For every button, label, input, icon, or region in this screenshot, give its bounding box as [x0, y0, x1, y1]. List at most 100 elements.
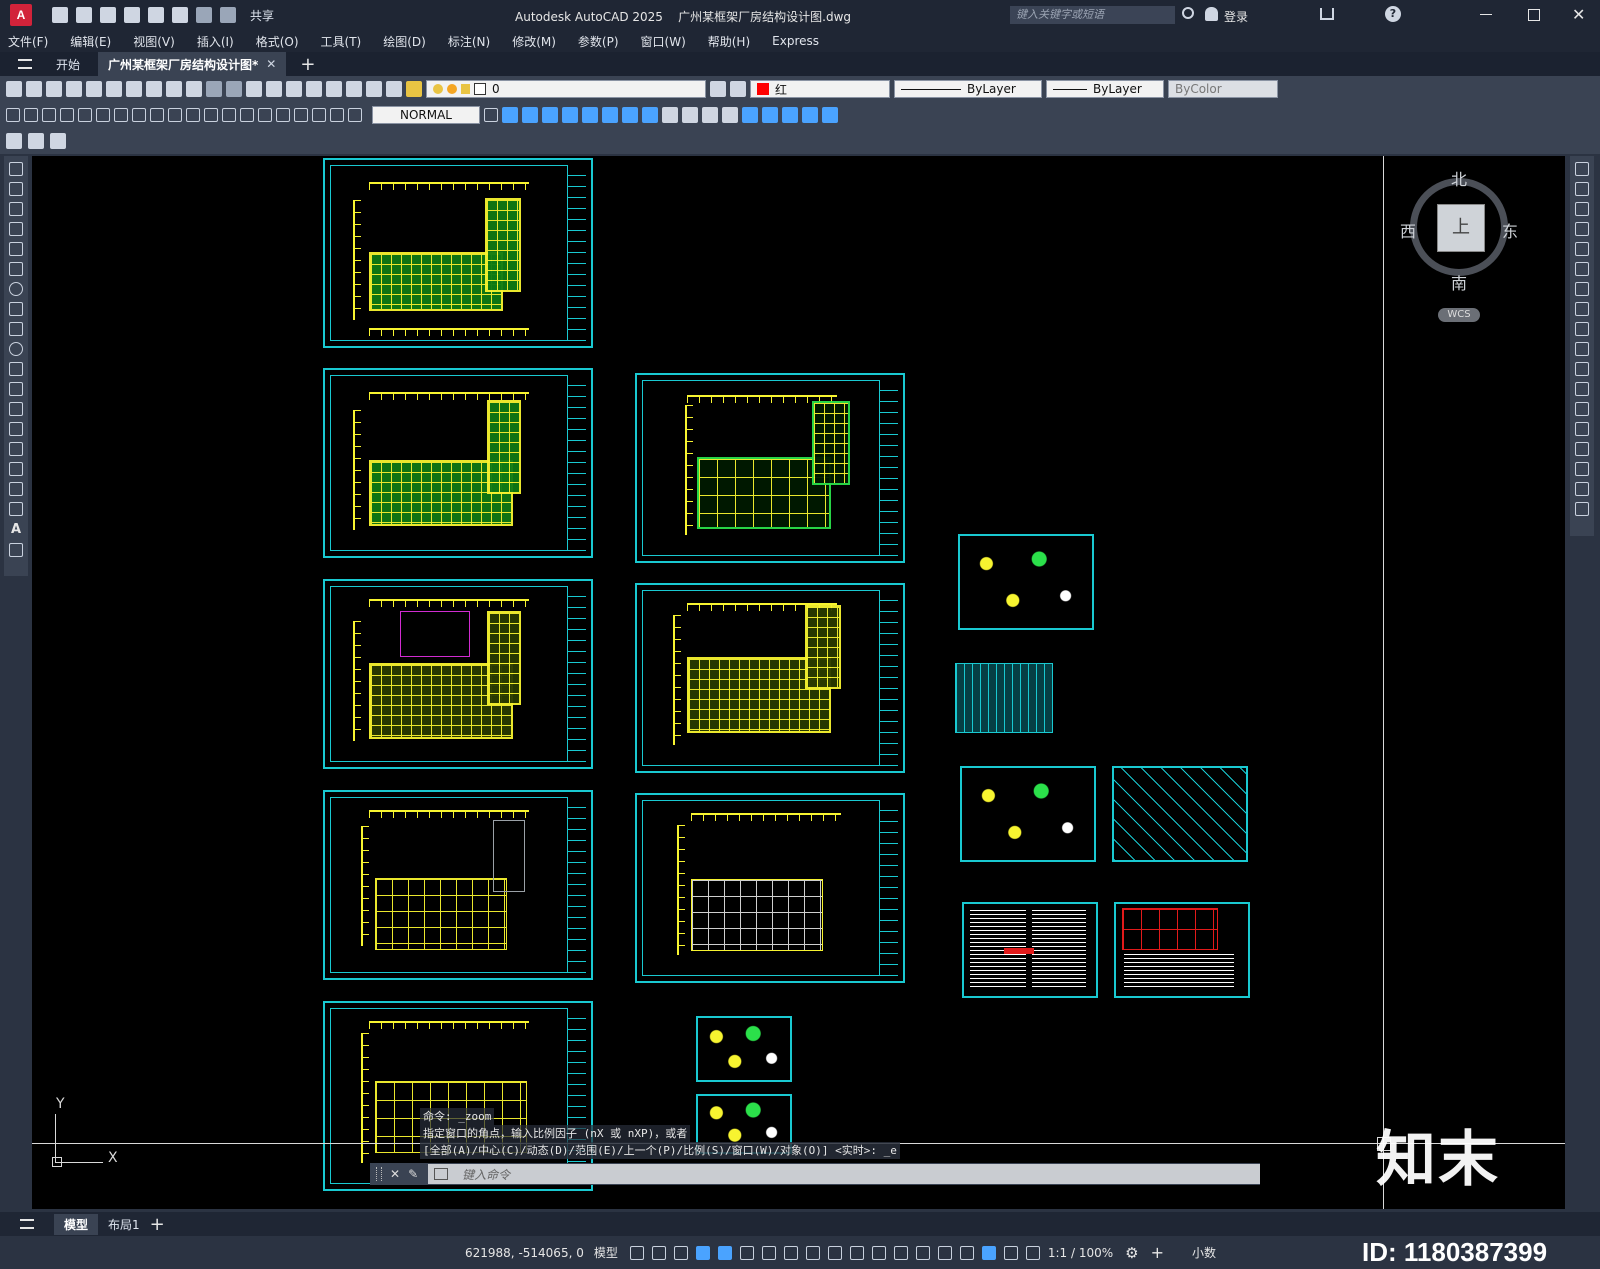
close-tab-icon[interactable]: ✕	[266, 57, 276, 71]
dim-jogged-icon[interactable]	[96, 108, 110, 122]
pan-icon[interactable]	[246, 81, 262, 97]
compass-north[interactable]: 北	[1451, 166, 1467, 190]
polygon-icon[interactable]	[9, 222, 23, 236]
dim-space-icon[interactable]	[204, 108, 218, 122]
paste-icon[interactable]	[166, 81, 182, 97]
color-dropdown[interactable]: 红	[750, 80, 890, 98]
3d-osnap-icon[interactable]	[893, 1245, 908, 1260]
qnew-icon[interactable]	[6, 81, 22, 97]
dim-ordinate-icon[interactable]	[60, 108, 74, 122]
menu-view[interactable]: 视图(V)	[133, 33, 175, 50]
dim-break-icon[interactable]	[222, 108, 236, 122]
app-logo-icon[interactable]: A	[10, 4, 32, 26]
visual-style-2-icon[interactable]	[682, 107, 698, 123]
open-file-icon[interactable]	[76, 7, 92, 23]
add-layout-icon[interactable]: +	[150, 1214, 165, 1235]
dim-continue-icon[interactable]	[186, 108, 200, 122]
menu-insert[interactable]: 插入(I)	[197, 33, 234, 50]
ucs-3-icon[interactable]	[782, 107, 798, 123]
chamfer-icon[interactable]	[1575, 442, 1589, 456]
tool-palettes-icon[interactable]	[346, 81, 362, 97]
revision-cloud-icon[interactable]	[9, 302, 23, 316]
tab-active-drawing[interactable]: 广州某框架厂房结构设计图* ✕	[98, 52, 287, 76]
command-close-icon[interactable]: ✕	[390, 1167, 400, 1181]
multiline-text-icon[interactable]: A	[11, 522, 21, 537]
move-icon[interactable]	[1575, 262, 1589, 276]
menu-modify[interactable]: 修改(M)	[512, 33, 556, 50]
search-icon[interactable]	[1182, 7, 1194, 19]
view-3d-1-icon[interactable]	[502, 107, 518, 123]
save-as-icon[interactable]	[124, 7, 140, 23]
dim-edit-icon[interactable]	[312, 108, 326, 122]
help-toolbar-icon[interactable]	[386, 81, 402, 97]
dynamic-input-icon[interactable]	[695, 1245, 710, 1260]
publish-toolbar-icon[interactable]	[106, 81, 122, 97]
tab-model[interactable]: 模型	[54, 1213, 99, 1235]
dim-update-icon[interactable]	[348, 108, 362, 122]
dim-style-manager-icon[interactable]	[484, 108, 498, 122]
transparency-icon[interactable]	[849, 1245, 864, 1260]
wcs-menu[interactable]: WCS	[1438, 308, 1480, 322]
share-button[interactable]: 共享	[250, 7, 274, 24]
new-file-icon[interactable]	[52, 7, 68, 23]
model-space-toggle[interactable]: 模型	[594, 1244, 618, 1261]
polyline-icon[interactable]	[9, 202, 23, 216]
preview-icon[interactable]	[86, 81, 102, 97]
hamburger-menu-icon[interactable]	[18, 59, 32, 69]
new-tab-icon[interactable]: +	[300, 54, 315, 75]
line-icon[interactable]	[9, 162, 23, 176]
edit-block-icon[interactable]	[6, 133, 22, 149]
compass-west[interactable]: 西	[1400, 218, 1416, 242]
save-icon[interactable]	[100, 7, 116, 23]
layer-previous-icon[interactable]	[730, 81, 746, 97]
help-icon[interactable]: ?	[1385, 6, 1401, 22]
layer-walk-icon[interactable]	[50, 133, 66, 149]
scale-icon[interactable]	[1575, 302, 1589, 316]
break-point-icon[interactable]	[1575, 382, 1589, 396]
maximize-button[interactable]	[1528, 9, 1540, 21]
circle-icon[interactable]	[9, 282, 23, 296]
attribute-icon[interactable]	[28, 133, 44, 149]
dim-aligned-icon[interactable]	[24, 108, 38, 122]
menu-help[interactable]: 帮助(H)	[708, 33, 750, 50]
view-3d-2-icon[interactable]	[522, 107, 538, 123]
auto-scale-icon[interactable]	[1003, 1245, 1018, 1260]
menu-edit[interactable]: 编辑(E)	[70, 33, 111, 50]
lineweight-dropdown[interactable]: ByLayer	[1046, 80, 1164, 98]
object-snap-tracking-icon[interactable]	[783, 1245, 798, 1260]
user-icon[interactable]	[1205, 7, 1218, 21]
point-icon[interactable]	[9, 422, 23, 436]
cut-icon[interactable]	[126, 81, 142, 97]
command-grip-icon[interactable]	[376, 1167, 382, 1181]
undo-icon[interactable]	[196, 7, 212, 23]
annotation-monitor-icon[interactable]: +	[1151, 1243, 1164, 1262]
zoom-window-icon[interactable]	[286, 81, 302, 97]
design-center-icon[interactable]	[326, 81, 342, 97]
copy-icon[interactable]	[146, 81, 162, 97]
menu-parametric[interactable]: 参数(P)	[578, 33, 619, 50]
dim-angular-icon[interactable]	[132, 108, 146, 122]
make-block-icon[interactable]	[9, 402, 23, 416]
plotstyle-dropdown[interactable]: ByColor	[1168, 80, 1278, 98]
dim-text-edit-icon[interactable]	[330, 108, 344, 122]
add-selected-icon[interactable]	[9, 543, 23, 557]
snap-icon[interactable]	[651, 1245, 666, 1260]
command-recent-icon[interactable]	[434, 1168, 449, 1180]
ellipse-arc-icon[interactable]	[9, 362, 23, 376]
quick-dim-icon[interactable]	[150, 108, 164, 122]
object-snap-icon[interactable]	[805, 1245, 820, 1260]
redo-toolbar-icon[interactable]	[226, 81, 242, 97]
erase-icon[interactable]	[1575, 162, 1589, 176]
tolerance-icon[interactable]	[240, 108, 254, 122]
view-3d-7-icon[interactable]	[622, 107, 638, 123]
ucs-4-icon[interactable]	[802, 107, 818, 123]
dim-radius-icon[interactable]	[78, 108, 92, 122]
copy-object-icon[interactable]	[1575, 182, 1589, 196]
menu-file[interactable]: 文件(F)	[8, 33, 48, 50]
layer-state-icon[interactable]	[406, 81, 422, 97]
dim-linear-icon[interactable]	[6, 108, 20, 122]
plot-icon[interactable]	[66, 81, 82, 97]
join-icon[interactable]	[1575, 422, 1589, 436]
command-input[interactable]: 键入命令	[428, 1164, 1260, 1184]
annotation-scale-icon[interactable]	[1025, 1245, 1040, 1260]
